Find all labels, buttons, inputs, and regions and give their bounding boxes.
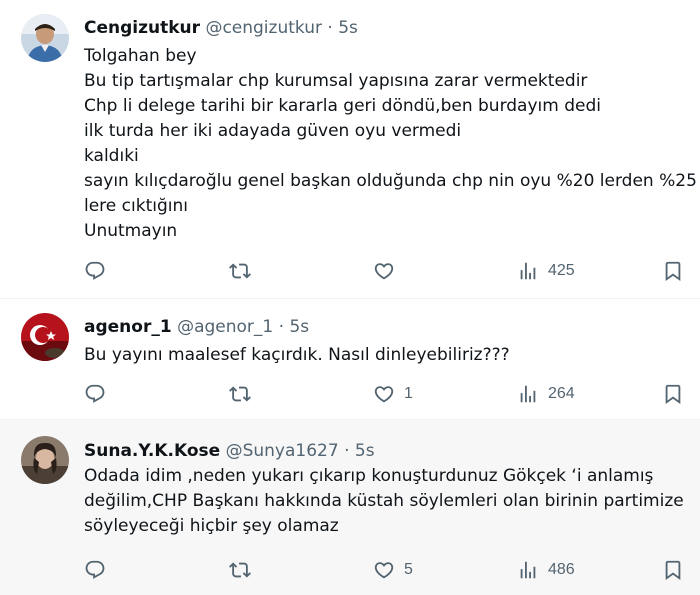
retweet-button[interactable] [229, 558, 251, 582]
reply-icon [84, 559, 106, 581]
like-button[interactable]: 5 [373, 558, 413, 582]
bookmark-button[interactable] [662, 558, 684, 582]
display-name[interactable]: agenor_1 [84, 317, 172, 337]
tweet-text-line: lere cıktığını [84, 196, 188, 216]
like-count: 1 [404, 385, 413, 402]
tweet-text-line: değilim,CHP Başkanı hakkında küstah söyl… [84, 491, 684, 511]
tweet-header: Suna.Y.K.Kose @Sunya1627 · 5s [84, 440, 375, 462]
separator-dot: · [344, 441, 350, 461]
views-icon [517, 383, 539, 405]
bookmark-button[interactable] [662, 259, 684, 283]
view-count: 425 [548, 262, 575, 279]
tweet-header: Cengizutkur @cengizutkur · 5s [84, 17, 358, 39]
bookmark-button[interactable] [662, 382, 684, 406]
action-bar: 425 [84, 259, 684, 283]
tweet-text-line: sayın kılıçdaroğlu genel başkan olduğund… [84, 171, 697, 191]
retweet-icon [229, 260, 251, 282]
action-bar: 1 264 [84, 382, 684, 406]
like-icon [373, 383, 395, 405]
like-count: 5 [404, 561, 413, 578]
retweet-button[interactable] [229, 259, 251, 283]
views-icon [517, 260, 539, 282]
user-handle[interactable]: @Sunya1627 [226, 441, 339, 461]
tweet-text-line: Odada idim ,neden yukarı çıkarıp konuştu… [84, 466, 654, 486]
timestamp[interactable]: 5s [338, 18, 358, 38]
tweet[interactable]: agenor_1 @agenor_1 · 5s Bu yayını maales… [0, 298, 700, 419]
tweet-text-line: ilk turda her iki adayada güven oyu verm… [84, 121, 462, 141]
reply-button[interactable] [84, 259, 106, 283]
user-handle[interactable]: @agenor_1 [177, 317, 273, 337]
retweet-icon [229, 383, 251, 405]
separator-dot: · [278, 317, 285, 337]
display-name[interactable]: Suna.Y.K.Kose [84, 441, 220, 461]
like-button[interactable]: 1 [373, 382, 413, 406]
retweet-button[interactable] [229, 382, 251, 406]
views-button[interactable]: 264 [517, 382, 575, 406]
like-icon [373, 559, 395, 581]
tweet-text: Odada idim ,neden yukarı çıkarıp konuştu… [84, 464, 694, 539]
tweet-text-line: söyleyeceği hiçbir şey olamaz [84, 516, 339, 536]
bookmark-icon [662, 383, 684, 405]
reply-button[interactable] [84, 382, 106, 406]
tweet-text-line: Tolgahan bey [84, 46, 197, 66]
tweet-header: agenor_1 @agenor_1 · 5s [84, 316, 309, 338]
retweet-icon [229, 559, 251, 581]
like-button[interactable] [373, 259, 404, 283]
bookmark-icon [662, 559, 684, 581]
tweet-text-line: Bu yayını maalesef kaçırdık. Nasıl dinle… [84, 345, 510, 365]
views-icon [517, 559, 539, 581]
tweet-text-line: Unutmayın [84, 221, 178, 241]
tweet[interactable]: Cengizutkur @cengizutkur · 5s Tolgahan b… [0, 0, 700, 298]
user-handle[interactable]: @cengizutkur [205, 18, 322, 38]
timestamp[interactable]: 5s [289, 317, 309, 337]
view-count: 264 [548, 385, 575, 402]
tweet-text-line: kaldıki [84, 146, 139, 166]
reply-icon [84, 383, 106, 405]
views-button[interactable]: 425 [517, 259, 575, 283]
action-bar: 5 486 [84, 558, 684, 582]
tweet-text: Tolgahan bey Bu tip tartışmalar chp kuru… [84, 44, 697, 244]
reply-feed: Cengizutkur @cengizutkur · 5s Tolgahan b… [0, 0, 700, 595]
tweet[interactable]: Suna.Y.K.Kose @Sunya1627 · 5s Odada idim… [0, 419, 700, 595]
avatar[interactable] [21, 313, 69, 361]
reply-icon [84, 260, 106, 282]
bookmark-icon [662, 260, 684, 282]
views-button[interactable]: 486 [517, 558, 575, 582]
tweet-text-line: Bu tip tartışmalar chp kurumsal yapısına… [84, 71, 588, 91]
like-icon [373, 260, 395, 282]
avatar[interactable] [21, 436, 69, 484]
tweet-text: Bu yayını maalesef kaçırdık. Nasıl dinle… [84, 343, 694, 368]
timestamp[interactable]: 5s [355, 441, 375, 461]
tweet-text-line: Chp li delege tarihi bir kararla geri dö… [84, 96, 601, 116]
display-name[interactable]: Cengizutkur [84, 18, 200, 38]
avatar[interactable] [21, 14, 69, 62]
reply-button[interactable] [84, 558, 106, 582]
view-count: 486 [548, 561, 575, 578]
separator-dot: · [327, 18, 333, 38]
